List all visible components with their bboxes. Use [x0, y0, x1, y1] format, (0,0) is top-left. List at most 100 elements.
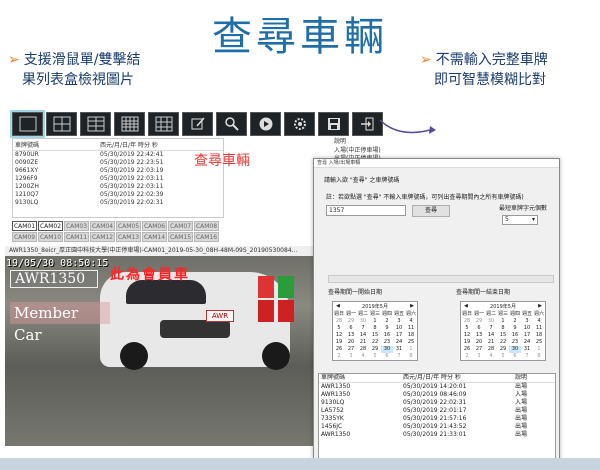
calendar-day[interactable]: 3: [345, 353, 357, 360]
calendar-day[interactable]: 5: [369, 353, 381, 360]
calendar-day[interactable]: 15: [497, 332, 509, 339]
calendar-day[interactable]: 4: [405, 318, 417, 325]
calendar-day[interactable]: 7: [357, 325, 369, 332]
next-month-icon[interactable]: ▶: [410, 303, 414, 310]
calendar-day[interactable]: 8: [497, 325, 509, 332]
calendar-day[interactable]: 27: [473, 346, 485, 353]
calendar-day[interactable]: 13: [473, 332, 485, 339]
query-button[interactable]: 查尋: [412, 205, 450, 217]
calendar-day[interactable]: 30: [381, 346, 393, 353]
calendar-day[interactable]: 30: [509, 346, 521, 353]
calendar-day[interactable]: 28: [461, 318, 473, 325]
calendar-day[interactable]: 27: [345, 346, 357, 353]
calendar-day[interactable]: 13: [345, 332, 357, 339]
tab-cam16[interactable]: CAM16: [194, 232, 219, 242]
edit-button[interactable]: [182, 112, 213, 136]
tab-cam04[interactable]: CAM04: [90, 221, 115, 231]
plate-search-input[interactable]: 1357: [326, 205, 406, 216]
calendar-day[interactable]: 1: [369, 318, 381, 325]
start-calendar[interactable]: ◀ 2019年5月 ▶ 週日 週一 週二 週三 週四 週五 週六 28 29 30 1 2 3 4 5 6 7 8 9 1…: [332, 301, 418, 361]
calendar-day[interactable]: 25: [533, 339, 545, 346]
save-button[interactable]: [318, 112, 349, 136]
search-button[interactable]: [216, 112, 247, 136]
calendar-day[interactable]: 28: [485, 346, 497, 353]
calendar-day[interactable]: 11: [405, 325, 417, 332]
tab-cam11[interactable]: CAM11: [64, 232, 89, 242]
calendar-day[interactable]: 29: [497, 346, 509, 353]
calendar-day[interactable]: 10: [521, 325, 533, 332]
tab-cam09[interactable]: CAM09: [12, 232, 37, 242]
calendar-day[interactable]: 14: [357, 332, 369, 339]
calendar-day[interactable]: 26: [461, 346, 473, 353]
calendar-day[interactable]: 29: [369, 346, 381, 353]
table-row[interactable]: 7335YK 05/30/2019 21:57:16 出場: [319, 415, 555, 423]
calendar-day[interactable]: 4: [533, 318, 545, 325]
calendar-day[interactable]: 12: [333, 332, 345, 339]
calendar-day[interactable]: 18: [405, 332, 417, 339]
calendar-day[interactable]: 6: [345, 325, 357, 332]
calendar-day[interactable]: 18: [533, 332, 545, 339]
calendar-day[interactable]: 20: [345, 339, 357, 346]
calendar-day[interactable]: 22: [369, 339, 381, 346]
calendar-day[interactable]: 1: [497, 318, 509, 325]
calendar-day[interactable]: 1: [533, 346, 545, 353]
calendar-day[interactable]: 17: [521, 332, 533, 339]
calendar-day[interactable]: 2: [461, 353, 473, 360]
calendar-day[interactable]: 31: [521, 346, 533, 353]
layout-4-button[interactable]: [46, 112, 77, 136]
calendar-day[interactable]: 3: [521, 318, 533, 325]
tab-cam02[interactable]: CAM02: [38, 221, 63, 231]
calendar-day[interactable]: 28: [357, 346, 369, 353]
table-row[interactable]: LA5752 05/30/2019 22:01:17 出場: [319, 407, 555, 415]
layout-16-button[interactable]: [114, 112, 145, 136]
calendar-day[interactable]: 9: [381, 325, 393, 332]
calendar-day[interactable]: 14: [485, 332, 497, 339]
calendar-day[interactable]: 5: [497, 353, 509, 360]
tab-cam05[interactable]: CAM05: [116, 221, 141, 231]
calendar-day[interactable]: 23: [509, 339, 521, 346]
table-row[interactable]: 1200ZH 05/30/2019 22:03:11: [13, 183, 223, 191]
calendar-day[interactable]: 24: [521, 339, 533, 346]
calendar-day[interactable]: 1: [405, 346, 417, 353]
tab-cam06[interactable]: CAM06: [142, 221, 167, 231]
calendar-day[interactable]: 9: [509, 325, 521, 332]
calendar-day[interactable]: 3: [473, 353, 485, 360]
table-row[interactable]: AWR1350 05/30/2019 14:20:01 出場: [319, 383, 555, 391]
calendar-day[interactable]: 6: [509, 353, 521, 360]
calendar-day[interactable]: 10: [393, 325, 405, 332]
calendar-day[interactable]: 2: [381, 318, 393, 325]
calendar-day[interactable]: 8: [533, 353, 545, 360]
tab-cam07[interactable]: CAM07: [168, 221, 193, 231]
table-row[interactable]: AWR1350 05/30/2019 08:46:09 入場: [319, 391, 555, 399]
table-row[interactable]: AWR1350 05/30/2019 21:33:01 出場: [319, 431, 555, 439]
calendar-day[interactable]: 31: [393, 346, 405, 353]
tab-cam14[interactable]: CAM14: [142, 232, 167, 242]
table-row[interactable]: 9130LQ 05/30/2019 22:02:31 入場: [319, 399, 555, 407]
plate-list[interactable]: 車牌號碼 西元/月/日/年 時分 秒 8790UR 05/30/2019 22:4…: [12, 138, 224, 218]
calendar-day[interactable]: 23: [381, 339, 393, 346]
prev-month-icon[interactable]: ◀: [336, 303, 340, 310]
calendar-day[interactable]: 29: [473, 318, 485, 325]
calendar-day[interactable]: 19: [461, 339, 473, 346]
play-button[interactable]: [250, 112, 281, 136]
calendar-day[interactable]: 15: [369, 332, 381, 339]
prev-month-icon[interactable]: ◀: [464, 303, 468, 310]
calendar-day[interactable]: 4: [485, 353, 497, 360]
tab-cam13[interactable]: CAM13: [116, 232, 141, 242]
calendar-day[interactable]: 5: [333, 325, 345, 332]
calendar-day[interactable]: 8: [405, 353, 417, 360]
calendar-day[interactable]: 6: [473, 325, 485, 332]
calendar-day[interactable]: 20: [473, 339, 485, 346]
calendar-day[interactable]: 3: [393, 318, 405, 325]
calendar-day[interactable]: 30: [357, 318, 369, 325]
table-row[interactable]: 1210Q7 05/30/2019 22:02:39: [13, 191, 223, 199]
tab-cam12[interactable]: CAM12: [90, 232, 115, 242]
layout-1-button[interactable]: [10, 110, 45, 138]
calendar-day[interactable]: 30: [485, 318, 497, 325]
calendar-day[interactable]: 12: [461, 332, 473, 339]
layout-9-button[interactable]: [148, 112, 179, 136]
calendar-day[interactable]: 25: [405, 339, 417, 346]
calendar-day[interactable]: 21: [357, 339, 369, 346]
calendar-day[interactable]: 7: [485, 325, 497, 332]
calendar-day[interactable]: 8: [369, 325, 381, 332]
